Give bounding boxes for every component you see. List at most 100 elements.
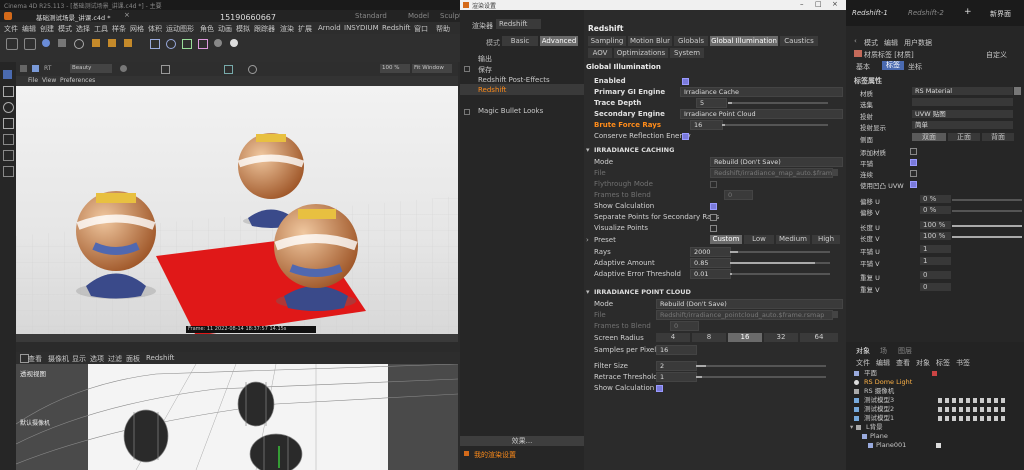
menu-spline[interactable]: 样条 (112, 24, 126, 34)
prop-selection-value[interactable] (912, 98, 1013, 106)
obj-menu-edit[interactable]: 编辑 (876, 358, 890, 368)
vp1-menu-file[interactable]: File (28, 77, 38, 84)
obj-tab-fields[interactable]: 场 (880, 346, 887, 356)
tags-icons[interactable] (938, 398, 1008, 403)
menu-extensions[interactable]: 扩展 (298, 24, 312, 34)
preset-expand-icon[interactable]: › (586, 236, 589, 244)
zoom-dropdown[interactable]: 100 % (380, 64, 410, 73)
trace-depth-field[interactable]: 5 (696, 98, 727, 108)
rotate-tool-icon[interactable] (3, 102, 14, 113)
length-u-field[interactable]: 100 % (920, 221, 951, 229)
prop-material-value[interactable]: RS Material (912, 87, 1013, 95)
save-checkbox[interactable] (464, 66, 470, 72)
ipc-browse-icon[interactable] (832, 311, 838, 318)
tab-system[interactable]: System (670, 48, 704, 58)
menu-character[interactable]: 角色 (200, 24, 214, 34)
edges-mode-icon[interactable] (3, 150, 14, 161)
tab-caustics[interactable]: Caustics (780, 36, 818, 46)
scale-tool-icon[interactable] (3, 118, 14, 129)
ipc-show-calculation-checkbox[interactable] (656, 385, 663, 392)
offset-u-field[interactable]: 0 % (920, 195, 951, 203)
file-tab[interactable]: 基础测试场景_讲课.c4d * (36, 12, 110, 22)
sidebar-item-post-effects[interactable]: Redshift Post-Effects (478, 76, 550, 84)
length-v-slider[interactable] (952, 236, 1022, 238)
redo-icon[interactable] (24, 38, 36, 50)
radius-32[interactable]: 32 (764, 333, 798, 342)
fit-dropdown[interactable]: Fit Window (412, 64, 452, 73)
tab-sampling[interactable]: Sampling (588, 36, 626, 46)
vp2-menu-camera[interactable]: 摄像机 (48, 354, 69, 364)
sidebar-item-output[interactable]: 输出 (478, 54, 492, 64)
render-settings-icon[interactable] (124, 39, 132, 47)
select-tool-icon[interactable] (3, 70, 12, 79)
mode-basic-tab[interactable]: Basic (502, 36, 538, 46)
filter-size-field[interactable]: 2 (656, 361, 697, 371)
object-row-background[interactable]: ▾ L背景 (846, 423, 1024, 432)
menu-file[interactable]: 文件 (4, 24, 18, 34)
obj-menu-bookmark[interactable]: 书签 (956, 358, 970, 368)
object-row-dome-light[interactable]: RS Dome Light (846, 378, 1024, 387)
ic-mode-dropdown[interactable]: Rebuild (Don't Save) (710, 157, 843, 167)
magic-bullet-checkbox[interactable] (464, 109, 470, 115)
spline-icon[interactable] (166, 39, 176, 49)
rays-field[interactable]: 2000 (690, 247, 731, 257)
vp2-menu-panel[interactable]: 面板 (126, 354, 140, 364)
preset-custom[interactable]: Custom (710, 235, 742, 244)
close-icon[interactable]: × (832, 0, 838, 8)
light-icon[interactable] (230, 39, 238, 47)
tags-icons[interactable] (938, 407, 1008, 412)
vp2-menu-options[interactable]: 选项 (90, 354, 104, 364)
am-subtab-tag[interactable]: 标签 (882, 61, 904, 70)
close-tab-icon[interactable]: × (124, 11, 130, 19)
tags-icons[interactable] (938, 416, 1008, 421)
rays-slider[interactable] (730, 251, 830, 253)
vp1-menu-preferences[interactable]: Preferences (60, 77, 95, 84)
tile-v-field[interactable]: 1 (920, 257, 951, 265)
layout-sculpt[interactable]: Sculpt (440, 12, 462, 20)
am-menu-userdata[interactable]: 用户数据 (904, 38, 932, 48)
primary-engine-dropdown[interactable]: Irradiance Cache (680, 87, 843, 97)
show-calculation-checkbox[interactable] (710, 203, 717, 210)
tab-aov[interactable]: AOV (588, 48, 612, 58)
render-icon[interactable] (20, 65, 27, 72)
menu-simulate[interactable]: 模拟 (236, 24, 250, 34)
render-picture-icon[interactable] (108, 39, 116, 47)
repeat-u-field[interactable]: 0 (920, 271, 951, 279)
deformer-icon[interactable] (198, 39, 208, 49)
object-row-model2[interactable]: 测试模型2 (846, 405, 1024, 414)
vp2-menu-redshift[interactable]: Redshift (146, 354, 174, 362)
tab-optimizations[interactable]: Optimizations (614, 48, 668, 58)
secondary-engine-dropdown[interactable]: Irradiance Point Cloud (680, 109, 843, 119)
ipc-collapse-icon[interactable]: ▾ (586, 288, 590, 296)
renderer-dropdown[interactable]: Redshift (496, 19, 541, 29)
menu-mesh[interactable]: 网格 (130, 24, 144, 34)
material-tag-icon[interactable] (936, 443, 941, 448)
collapse-icon[interactable]: ▾ (850, 423, 853, 432)
layout-model[interactable]: Model (408, 12, 429, 20)
radius-64[interactable]: 64 (800, 333, 838, 342)
material-swatch-icon[interactable] (1014, 87, 1021, 95)
obj-menu-object[interactable]: 对象 (916, 358, 930, 368)
offset-v-slider[interactable] (952, 210, 1022, 212)
menu-create[interactable]: 创建 (40, 24, 54, 34)
object-row-plane001[interactable]: Plane001 (846, 441, 1024, 450)
undo-icon[interactable] (6, 38, 18, 50)
tab-globals[interactable]: Globals (674, 36, 708, 46)
offset-u-slider[interactable] (952, 199, 1022, 201)
brute-force-rays-field[interactable]: 16 (690, 120, 723, 130)
menu-insydium[interactable]: INSYDIUM (344, 24, 379, 32)
obj-tab-objects[interactable]: 对象 (856, 346, 870, 356)
menu-arnold[interactable]: Arnold (318, 24, 341, 32)
vp2-menu-filter[interactable]: 过滤 (108, 354, 122, 364)
menu-select[interactable]: 选择 (76, 24, 90, 34)
sidebar-item-magic-bullet[interactable]: Magic Bullet Looks (478, 107, 543, 115)
obj-menu-file[interactable]: 文件 (856, 358, 870, 368)
move-tool-icon[interactable] (3, 86, 14, 97)
side-front[interactable]: 正面 (948, 133, 980, 141)
ic-collapse-icon[interactable]: ▾ (586, 146, 590, 154)
obj-menu-view[interactable]: 查看 (896, 358, 910, 368)
object-row-model1[interactable]: 测试模型1 (846, 414, 1024, 423)
sidebar-item-redshift[interactable]: Redshift (478, 86, 506, 94)
radius-8[interactable]: 8 (692, 333, 726, 342)
move-mode-icon[interactable] (42, 39, 50, 47)
